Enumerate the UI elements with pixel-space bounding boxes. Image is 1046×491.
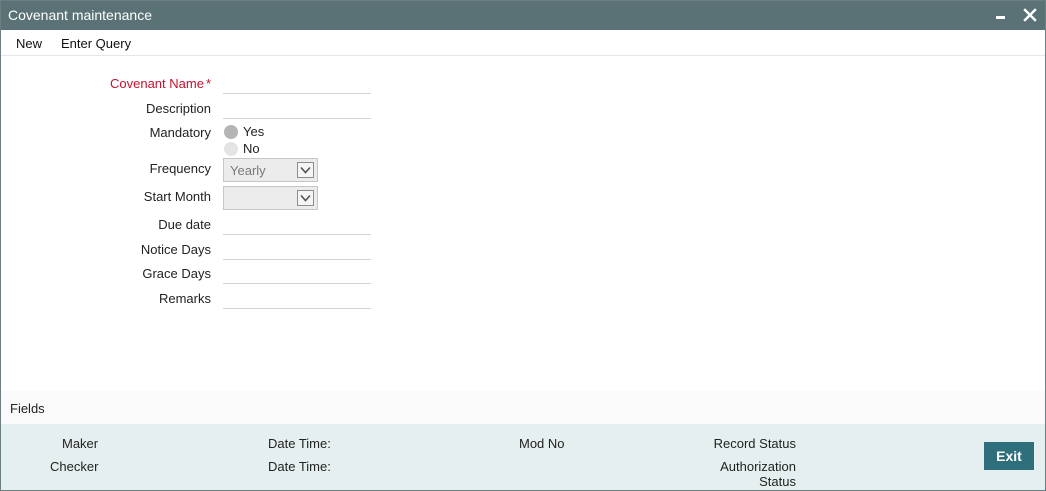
covenant-name-input[interactable] xyxy=(223,74,371,94)
covenant-maintenance-window: Covenant maintenance New Enter Query Cov… xyxy=(0,0,1046,491)
mod-no-label: Mod No xyxy=(519,436,565,451)
covenant-name-label: Covenant Name * xyxy=(110,76,211,91)
description-input[interactable] xyxy=(223,99,371,119)
frequency-select[interactable]: Yearly xyxy=(223,158,318,182)
description-label: Description xyxy=(145,101,211,116)
frequency-selected-value: Yearly xyxy=(230,163,266,178)
audit-footer: Maker Checker Date Time: Date Time: Mod … xyxy=(1,424,1045,490)
enter-query-button[interactable]: Enter Query xyxy=(61,36,131,51)
covenant-name-label-text: Covenant Name xyxy=(109,76,204,91)
window-title: Covenant maintenance xyxy=(8,7,152,23)
chevron-down-icon[interactable] xyxy=(297,190,314,206)
start-month-select[interactable] xyxy=(223,186,318,210)
checker-label: Checker xyxy=(50,459,99,474)
maker-label: Maker xyxy=(62,436,99,451)
mandatory-label: Mandatory xyxy=(149,125,211,140)
authorization-status-label-line1: Authorization xyxy=(720,459,796,474)
mandatory-no-label: No xyxy=(243,141,260,156)
close-icon[interactable] xyxy=(1022,7,1038,23)
mandatory-yes-label: Yes xyxy=(243,124,265,139)
frequency-label: Frequency xyxy=(149,161,211,176)
chevron-down-icon[interactable] xyxy=(297,162,314,178)
exit-button[interactable]: Exit xyxy=(984,442,1034,470)
remarks-label: Remarks xyxy=(158,291,211,306)
radio-yes-icon[interactable] xyxy=(224,125,238,139)
titlebar: Covenant maintenance xyxy=(1,1,1045,30)
grace-days-input[interactable] xyxy=(223,264,371,284)
maker-datetime-label: Date Time: xyxy=(268,436,331,451)
notice-days-label: Notice Days xyxy=(140,242,211,257)
fields-link[interactable]: Fields xyxy=(10,401,45,416)
covenant-form: Covenant Name * Description Mandatory Yes… xyxy=(1,57,1045,391)
authorization-status-label-line2: Status xyxy=(759,474,796,489)
due-date-label: Due date xyxy=(158,217,211,232)
radio-no-icon[interactable] xyxy=(224,142,238,156)
toolbar: New Enter Query xyxy=(1,30,1045,56)
start-month-label: Start Month xyxy=(143,189,211,204)
fields-bar: Fields xyxy=(1,391,1045,424)
minimize-icon[interactable] xyxy=(994,9,1008,23)
required-marker: * xyxy=(205,76,211,91)
new-button[interactable]: New xyxy=(16,36,42,51)
due-date-input[interactable] xyxy=(223,215,371,235)
notice-days-input[interactable] xyxy=(223,240,371,260)
checker-datetime-label: Date Time: xyxy=(268,459,331,474)
remarks-input[interactable] xyxy=(223,289,371,309)
grace-days-label: Grace Days xyxy=(142,266,211,281)
record-status-label: Record Status xyxy=(713,436,796,451)
